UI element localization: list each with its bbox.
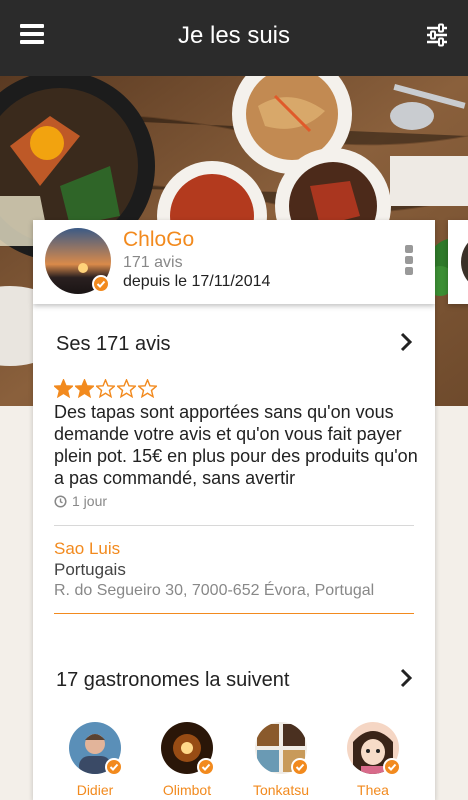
follower-name[interactable]: Olimbot xyxy=(147,782,227,798)
next-profile-card[interactable] xyxy=(448,220,468,304)
profile-username[interactable]: ChloGo xyxy=(123,228,194,252)
chevron-right-icon[interactable] xyxy=(399,668,413,688)
profile-review-count: 171 avis xyxy=(123,254,183,271)
star-empty-icon xyxy=(117,379,136,398)
chevron-right-icon[interactable] xyxy=(399,332,413,352)
follower-name[interactable]: Didier xyxy=(55,782,135,798)
avatar xyxy=(347,722,401,776)
profile-card[interactable]: ChloGo 171 avis depuis le 17/11/2014 xyxy=(33,220,435,304)
review-time: 1 jour xyxy=(54,493,107,509)
review-text[interactable]: Des tapas sont apportées sans qu'on vous… xyxy=(54,401,424,489)
divider xyxy=(54,613,414,614)
filter-icon[interactable] xyxy=(424,22,450,48)
follower-name[interactable]: Thea xyxy=(333,782,413,798)
follower-item[interactable]: Tonkatsu xyxy=(241,722,321,798)
verified-icon xyxy=(92,275,110,293)
star-rating xyxy=(54,379,157,401)
page-title: Je les suis xyxy=(177,22,291,49)
avatar xyxy=(69,722,123,776)
reviews-section-title[interactable]: Ses 171 avis xyxy=(56,333,171,356)
app-bar: Je les suis xyxy=(0,0,468,76)
follower-item[interactable]: Thea xyxy=(333,722,413,798)
follower-item[interactable]: Didier xyxy=(55,722,135,798)
avatar xyxy=(255,722,309,776)
verified-icon xyxy=(197,758,215,776)
star-filled-icon xyxy=(75,379,94,398)
verified-icon xyxy=(291,758,309,776)
restaurant-name-link[interactable]: Sao Luis xyxy=(54,539,120,559)
profile-member-since: depuis le 17/11/2014 xyxy=(123,273,271,290)
follower-item[interactable]: Olimbot xyxy=(147,722,227,798)
restaurant-address: R. do Segueiro 30, 7000-652 Évora, Portu… xyxy=(54,582,375,599)
verified-icon xyxy=(383,758,401,776)
star-empty-icon xyxy=(96,379,115,398)
star-filled-icon xyxy=(54,379,73,398)
review-time-label: 1 jour xyxy=(72,493,108,509)
profile-details-card: Ses 171 avis Des tapas sont apportées sa… xyxy=(33,304,435,800)
more-options-icon[interactable] xyxy=(405,245,415,277)
restaurant-cuisine: Portugais xyxy=(54,560,126,579)
verified-icon xyxy=(105,758,123,776)
followers-list: Didier Olimbot Tonkatsu Thea xyxy=(33,722,435,800)
follower-name[interactable]: Tonkatsu xyxy=(241,782,321,798)
avatar xyxy=(161,722,215,776)
followers-section-title[interactable]: 17 gastronomes la suivent xyxy=(56,669,289,692)
star-empty-icon xyxy=(138,379,157,398)
avatar xyxy=(461,232,468,292)
divider xyxy=(54,525,414,526)
clock-icon xyxy=(54,494,67,508)
